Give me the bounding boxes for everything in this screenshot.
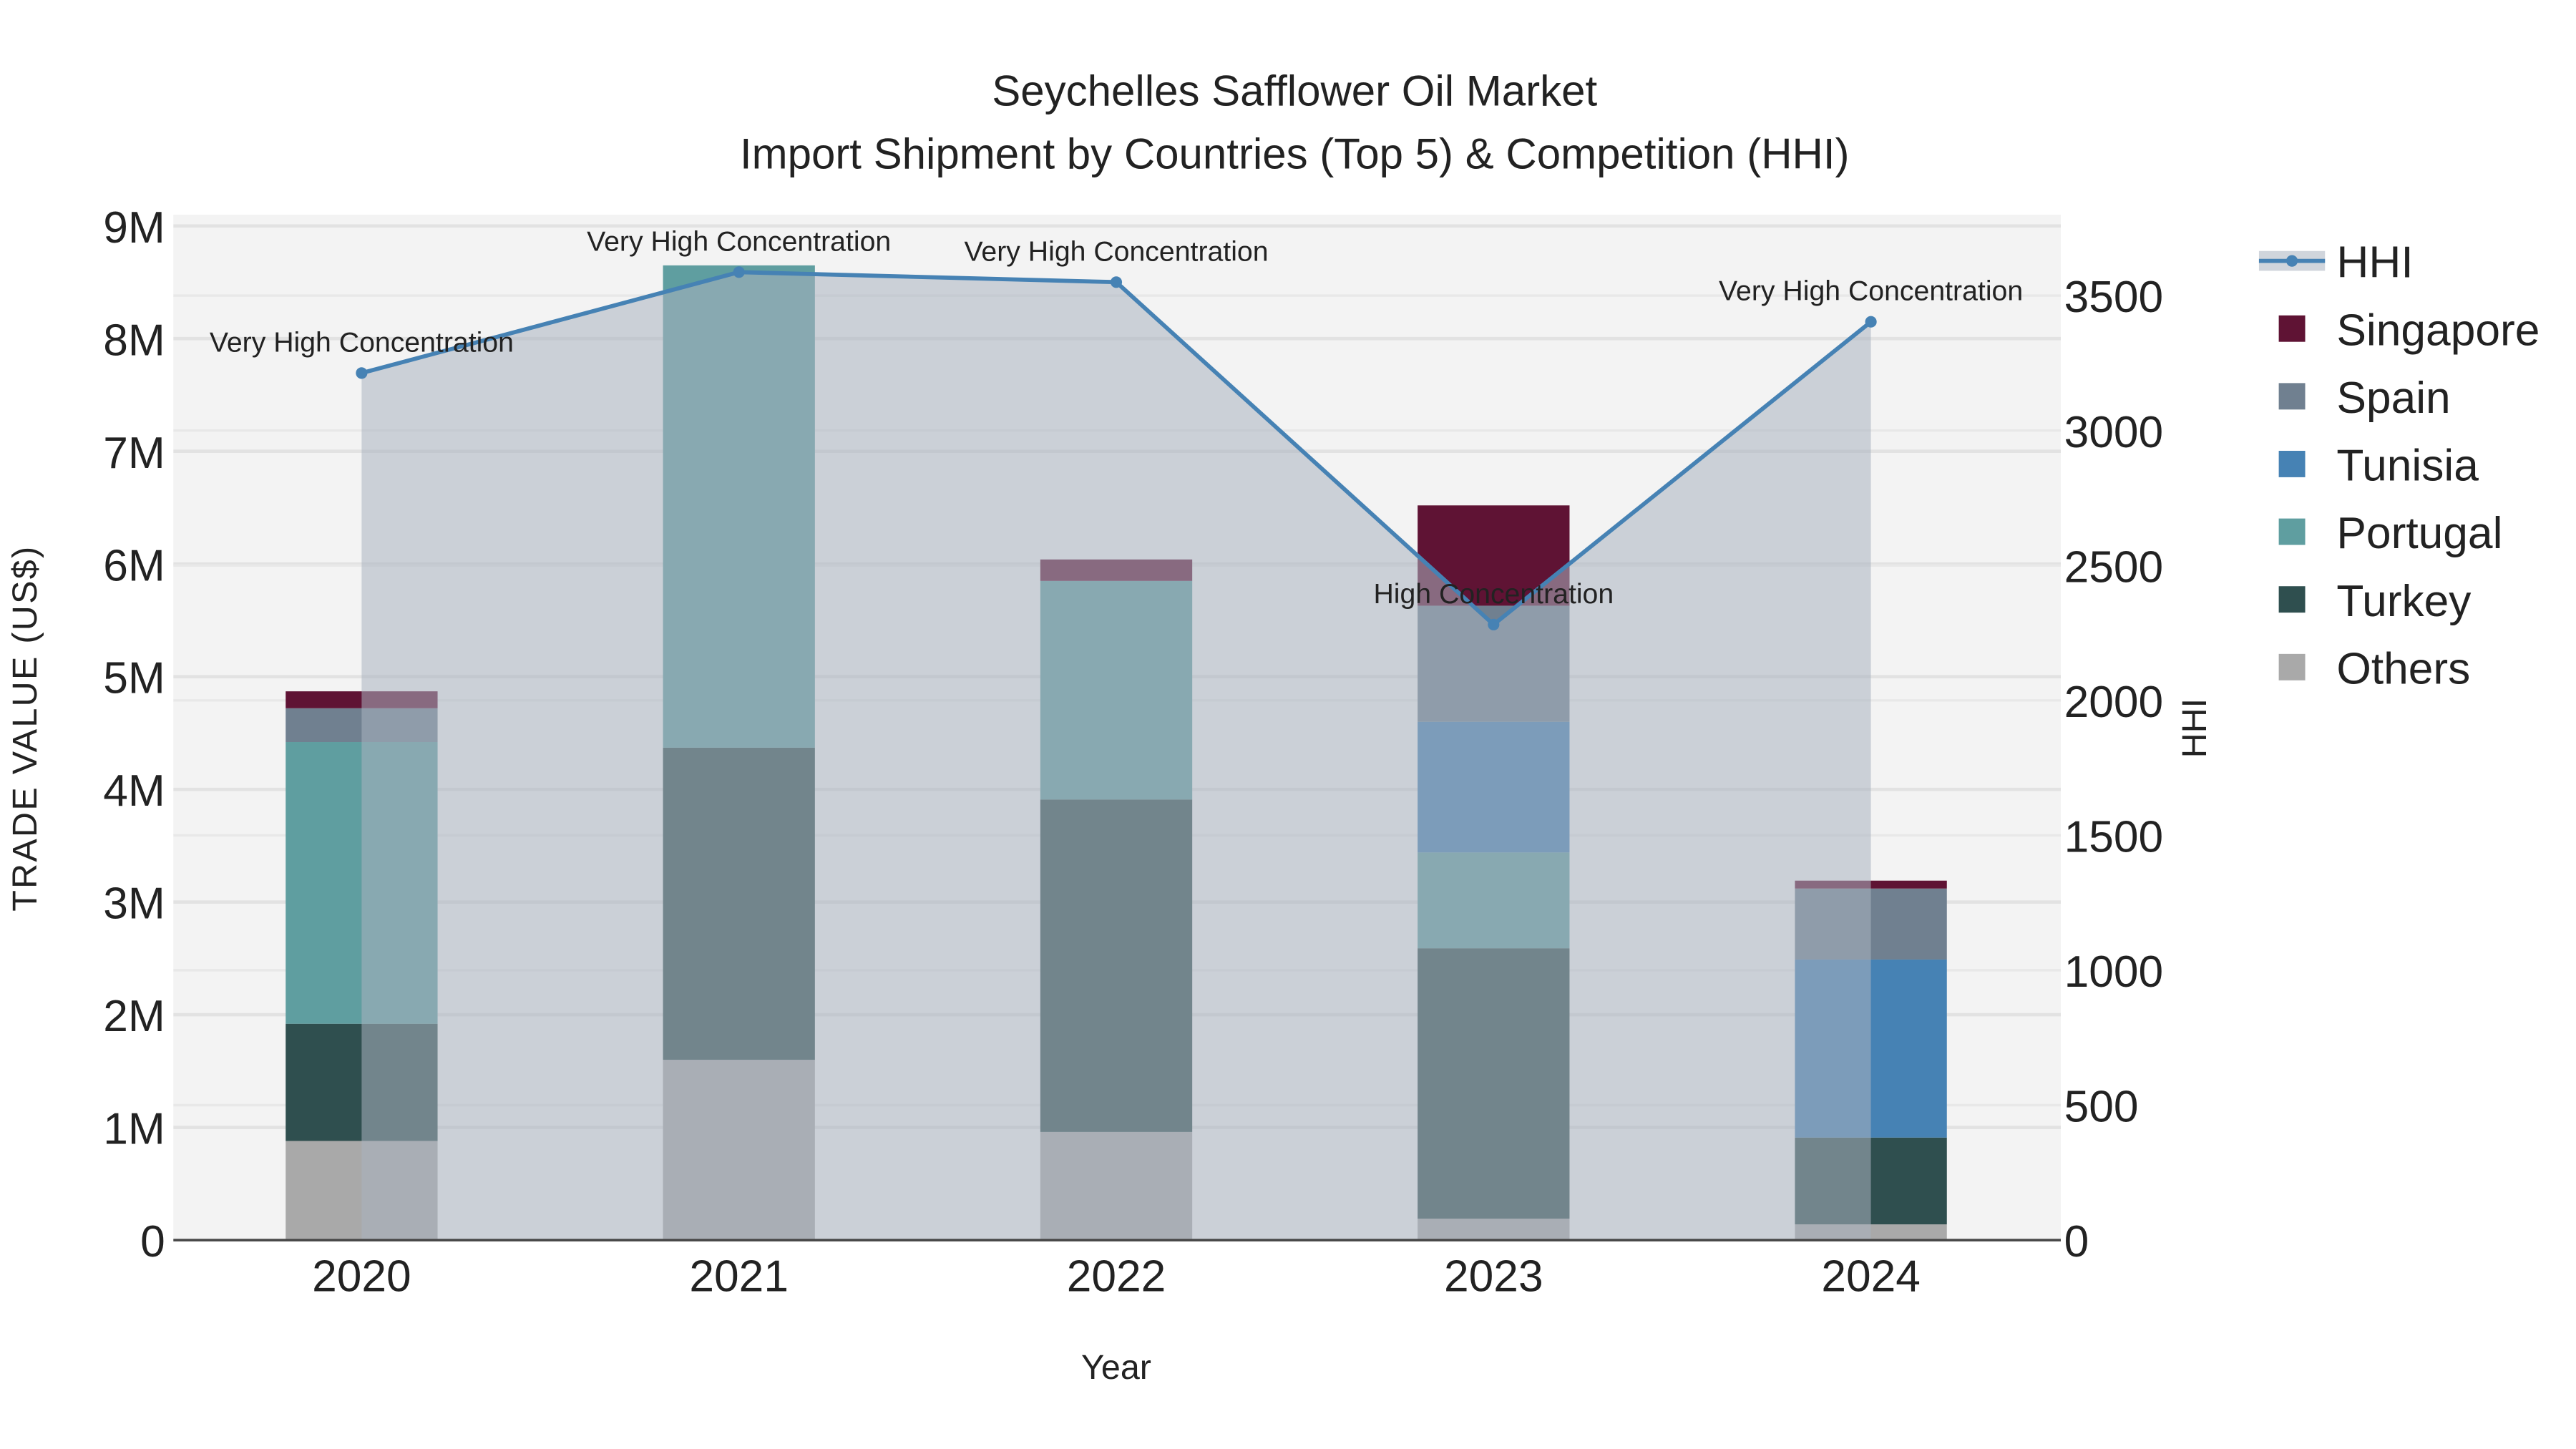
y2-tick-label: 3500 bbox=[2064, 273, 2164, 322]
hhi-annotation: Very High Concentration bbox=[210, 326, 514, 358]
y2-tick-label: 500 bbox=[2064, 1083, 2139, 1132]
chart: Very High Concentration Very High Concent… bbox=[6, 67, 2540, 1387]
x-tick-label: 2024 bbox=[1821, 1252, 1921, 1302]
x-tick-label: 2022 bbox=[1067, 1252, 1166, 1302]
chart-subtitle: Import Shipment by Countries (Top 5) & C… bbox=[740, 130, 1850, 177]
legend-label-spain: Spain bbox=[2336, 374, 2450, 423]
y2-tick-label: 3000 bbox=[2064, 408, 2164, 457]
y2-tick-label: 2000 bbox=[2064, 678, 2164, 727]
y-tick-label: 3M bbox=[103, 879, 165, 929]
legend-swatch-others bbox=[2278, 653, 2306, 680]
hhi-annotation: Very High Concentration bbox=[964, 235, 1268, 267]
hhi-point-2020 bbox=[356, 367, 368, 379]
legend-swatch-singapore bbox=[2278, 315, 2306, 342]
y-tick-label: 2M bbox=[103, 992, 165, 1041]
legend-swatch-portugal bbox=[2278, 518, 2306, 545]
y2-axis-label: HHI bbox=[2175, 698, 2214, 758]
legend-label-tunisia: Tunisia bbox=[2336, 441, 2479, 491]
hhi-annotation: High Concentration bbox=[1373, 578, 1614, 610]
legend-label-portugal: Portugal bbox=[2336, 509, 2502, 558]
legend-swatch-tunisia bbox=[2278, 451, 2306, 477]
legend-swatch-turkey bbox=[2278, 586, 2306, 613]
y-tick-label: 0 bbox=[140, 1217, 165, 1267]
legend-label-hhi: HHI bbox=[2336, 238, 2413, 288]
x-tick-label: 2021 bbox=[689, 1252, 789, 1302]
hhi-point-2024 bbox=[1865, 316, 1877, 328]
legend-label-singapore: Singapore bbox=[2336, 306, 2540, 355]
legend-hhi-marker bbox=[2286, 255, 2298, 267]
legend-label-turkey: Turkey bbox=[2336, 577, 2472, 626]
y-tick-label: 5M bbox=[103, 654, 165, 703]
y-tick-label: 6M bbox=[103, 541, 165, 590]
y-tick-label: 1M bbox=[103, 1105, 165, 1154]
x-tick-label: 2020 bbox=[312, 1252, 411, 1302]
y2-tick-label: 2500 bbox=[2064, 542, 2164, 592]
hhi-point-2021 bbox=[733, 266, 745, 278]
legend-swatch-spain bbox=[2278, 383, 2306, 410]
hhi-point-2023 bbox=[1488, 618, 1500, 630]
x-axis-label: Year bbox=[1081, 1348, 1151, 1387]
hhi-point-2022 bbox=[1110, 276, 1123, 288]
y-tick-label: 7M bbox=[103, 429, 165, 478]
y2-tick-label: 1500 bbox=[2064, 812, 2164, 862]
y-tick-label: 4M bbox=[103, 766, 165, 816]
legend-label-others: Others bbox=[2336, 644, 2470, 693]
y-axis-label: TRADE VALUE (US$) bbox=[6, 545, 44, 912]
hhi-annotation: Very High Concentration bbox=[587, 225, 891, 257]
x-tick-label: 2023 bbox=[1444, 1252, 1543, 1302]
chart-title: Seychelles Safflower Oil Market bbox=[992, 67, 1597, 115]
y2-tick-label: 0 bbox=[2064, 1217, 2089, 1267]
y2-tick-label: 1000 bbox=[2064, 947, 2164, 997]
hhi-annotation: Very High Concentration bbox=[1719, 275, 2023, 307]
y-tick-label: 9M bbox=[103, 203, 165, 253]
y-tick-label: 8M bbox=[103, 316, 165, 365]
